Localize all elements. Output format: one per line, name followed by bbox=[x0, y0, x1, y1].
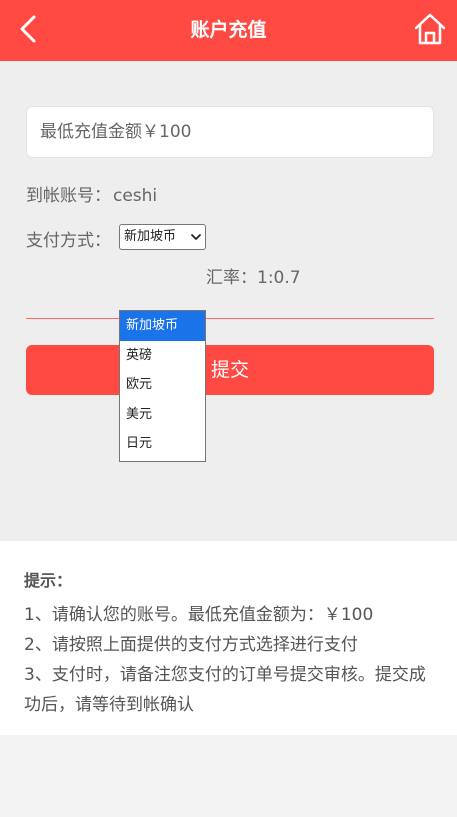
payment-option[interactable]: 美元 bbox=[120, 400, 205, 430]
home-icon[interactable] bbox=[413, 12, 447, 46]
payment-options-dropdown: 新加坡币 英磅 欧元 美元 日元 bbox=[119, 310, 206, 462]
page-title: 账户充值 bbox=[190, 19, 267, 41]
payment-option[interactable]: 日元 bbox=[120, 429, 205, 459]
account-label: 到帐账号： bbox=[26, 186, 111, 206]
payment-option[interactable]: 新加坡币 bbox=[120, 311, 205, 341]
account-row: 到帐账号： ceshi bbox=[26, 181, 157, 206]
tip-line: 3、支付时，请备注您支付的订单号提交审核。提交成功后，请等待到帐确认 bbox=[24, 665, 426, 715]
exchange-rate: 汇率：1:0.7 bbox=[206, 268, 301, 288]
top-bar: 账户充值 bbox=[0, 0, 457, 61]
footer-area bbox=[0, 735, 457, 817]
tip-line: 2、请按照上面提供的支付方式选择进行支付 bbox=[24, 635, 358, 655]
tip-line: 1、请确认您的账号。最低充值金额为：￥100 bbox=[24, 605, 374, 625]
payment-option[interactable]: 欧元 bbox=[120, 370, 205, 400]
account-value: ceshi bbox=[113, 186, 158, 206]
submit-button[interactable]: 提交 bbox=[26, 345, 434, 395]
payment-selected-value: 新加坡币 bbox=[124, 229, 177, 244]
recharge-form: 到帐账号：ceshi 支付方式： 新加坡币 汇率：1:0.7 提交 新加坡币 英… bbox=[0, 61, 457, 541]
tips-section: 提示： 1、请确认您的账号。最低充值金额为：￥100 2、请按照上面提供的支付方… bbox=[0, 541, 457, 735]
tips-heading: 提示： bbox=[24, 571, 73, 590]
chevron-down-icon bbox=[191, 234, 201, 240]
divider bbox=[26, 318, 434, 319]
payment-method-select[interactable]: 新加坡币 bbox=[119, 224, 206, 250]
amount-input[interactable] bbox=[26, 106, 434, 158]
payment-option[interactable]: 英磅 bbox=[120, 341, 205, 371]
payment-label: 支付方式： bbox=[26, 231, 111, 251]
